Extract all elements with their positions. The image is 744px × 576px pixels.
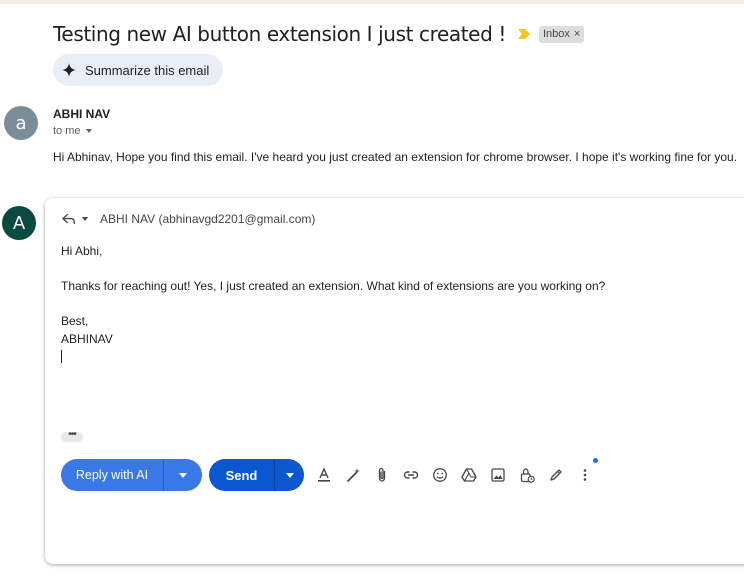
draft-signoff[interactable]: Best, (61, 314, 88, 328)
draft-signature[interactable]: ABHINAV (61, 332, 113, 346)
reply-with-ai-label[interactable]: Reply with AI (61, 459, 163, 491)
send-button[interactable]: Send (209, 459, 304, 491)
sparkle-icon (62, 63, 76, 77)
email-subject: Testing new AI button extension I just c… (53, 22, 506, 46)
drive-icon[interactable] (458, 464, 480, 486)
reply-with-ai-button[interactable]: Reply with AI (61, 459, 202, 491)
to-me-label: to me (53, 125, 81, 137)
sender-name: ABHI NAV (53, 107, 111, 121)
summarize-email-button[interactable]: Summarize this email (53, 54, 223, 86)
remove-label-icon[interactable]: × (574, 28, 580, 40)
chevron-down-icon (85, 129, 92, 133)
reply-avatar[interactable]: A (2, 206, 36, 240)
show-trimmed-content-button[interactable]: ••• (61, 429, 83, 442)
reply-recipient[interactable]: ABHI NAV (abhinavgd2201@gmail.com) (100, 212, 315, 226)
reply-icon[interactable] (62, 212, 76, 226)
recipient-details-toggle[interactable]: to me (53, 125, 92, 137)
sender-avatar[interactable]: a (4, 106, 38, 140)
confidential-mode-icon[interactable] (516, 464, 538, 486)
chevron-down-icon (285, 472, 294, 478)
top-strip (0, 0, 744, 4)
important-marker-icon[interactable] (517, 28, 531, 40)
inbox-label-chip: Inbox × (538, 25, 585, 43)
draft-body-line[interactable]: Thanks for reaching out! Yes, I just cre… (61, 279, 605, 293)
more-options-icon[interactable] (574, 458, 598, 486)
text-format-icon[interactable] (313, 464, 335, 486)
reply-compose-box: ABHI NAV (abhinavgd2201@gmail.com) Hi Ab… (45, 198, 744, 564)
link-icon[interactable] (400, 464, 422, 486)
notification-dot (593, 458, 598, 463)
compose-toolbar (313, 458, 598, 486)
reply-header: ABHI NAV (abhinavgd2201@gmail.com) (62, 212, 315, 226)
signature-icon[interactable] (545, 464, 567, 486)
summarize-label: Summarize this email (85, 62, 210, 78)
reply-type-chevron-icon[interactable] (82, 217, 88, 221)
subject-row: Testing new AI button extension I just c… (53, 22, 585, 46)
ai-write-icon[interactable] (342, 464, 364, 486)
inbox-label-text: Inbox (542, 28, 570, 40)
ellipsis-icon: ••• (68, 429, 76, 440)
attach-icon[interactable] (371, 464, 393, 486)
draft-greeting[interactable]: Hi Abhi, (61, 244, 102, 258)
ai-options-dropdown[interactable] (164, 459, 202, 491)
message-body: Hi Abhinav, Hope you find this email. I'… (53, 150, 738, 164)
photo-icon[interactable] (487, 464, 509, 486)
emoji-icon[interactable] (429, 464, 451, 486)
chevron-down-icon (179, 472, 187, 478)
text-cursor (61, 350, 62, 363)
schedule-send-dropdown[interactable] (275, 459, 304, 491)
send-label[interactable]: Send (209, 459, 274, 491)
